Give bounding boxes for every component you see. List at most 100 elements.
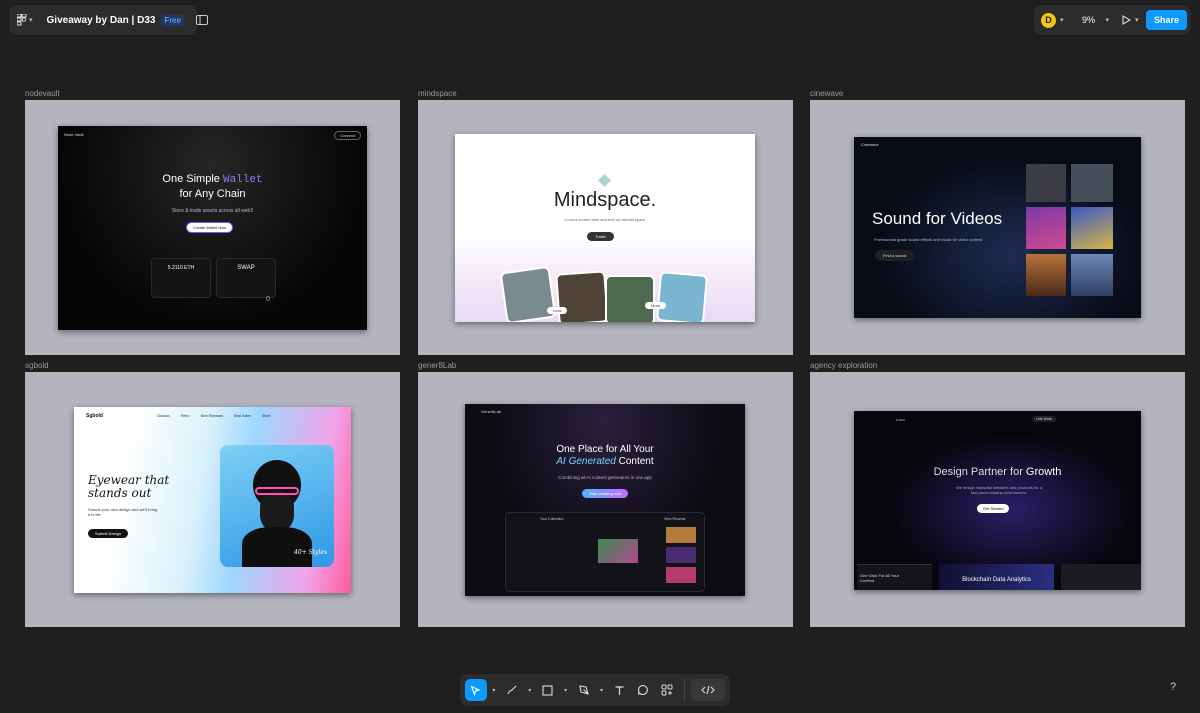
cinewave-tile [1026, 164, 1066, 202]
mindspace-card [655, 271, 709, 322]
gener8lab-brand: Gener8Lab [481, 409, 502, 414]
sgbold-cta: Submit Design [88, 529, 129, 538]
sgbold-nav: Classics Retro New Releases Best Sales S… [157, 414, 270, 418]
rectangle-icon [542, 684, 553, 696]
present-chevron-icon[interactable]: ▾ [1135, 16, 1139, 24]
file-panel: ▾ Giveaway by Dan | D33 Free [9, 5, 208, 35]
cinewave-tile [1071, 164, 1113, 202]
cinewave-brand: Cinewave [861, 142, 879, 147]
file-title[interactable]: Giveaway by Dan | D33 [47, 15, 156, 26]
nodevault-subtitle: Store & trade assets across all web3 [171, 208, 254, 214]
avatar[interactable]: D [1041, 12, 1056, 28]
cinewave-screenshot: Cinewave Sound for Videos Professional g… [854, 137, 1141, 318]
comment-icon [638, 684, 649, 696]
frame-gener8lab[interactable]: Gener8Lab One Place for All Your AI Gene… [418, 372, 793, 627]
frame-agency-exploration[interactable]: Loco Lets Work Design Partner for Growth… [810, 372, 1185, 627]
draw-tool-button[interactable] [501, 679, 523, 701]
cinewave-tile [1026, 254, 1066, 296]
mindspace-headline: Mindspace. [553, 189, 657, 211]
figma-logo-icon [17, 14, 27, 26]
nodevault-cta: Create Wallet Now [187, 223, 233, 232]
pen-tool-button[interactable] [573, 679, 595, 701]
frame-label[interactable]: mindspace [418, 89, 457, 98]
move-tool-button[interactable] [465, 679, 487, 701]
agency-headline: Design Partner for Growth [933, 466, 1062, 478]
frame-label[interactable]: nodevault [25, 89, 60, 98]
mindspace-more-pill: More [645, 302, 667, 309]
cinewave-headline: Sound for Videos [872, 209, 1003, 228]
gener8lab-subtitle: Combining all AI content generators in o… [558, 475, 652, 480]
sidebar-toggle-button[interactable] [195, 15, 208, 25]
agency-card: One Click For All Your Content [857, 564, 932, 590]
mindspace-card [605, 275, 655, 322]
nodevault-swap-value: 0 [266, 296, 270, 303]
help-button[interactable]: ? [1170, 681, 1176, 693]
sgbold-styles-tag: 40+ Styles [294, 549, 328, 556]
gener8lab-cta: Start creating now [582, 489, 629, 498]
mindspace-subtitle: Control screen time and free up mental s… [564, 217, 646, 222]
cinewave-subtitle: Professional grade sound effects and mus… [874, 237, 984, 242]
chevron-down-icon[interactable]: ▾ [489, 687, 499, 694]
frame-cinewave[interactable]: Cinewave Sound for Videos Professional g… [810, 100, 1185, 355]
brush-icon [507, 685, 517, 695]
frame-label[interactable]: gener8Lab [418, 361, 456, 370]
zoom-chevron-icon[interactable]: ▾ [1106, 16, 1110, 24]
collab-panel: D ▾ 9% ▾ ▾ Share [1034, 5, 1191, 35]
nodevault-connect-button: Connect [334, 131, 361, 140]
chevron-down-icon[interactable]: ▾ [525, 687, 535, 694]
plan-badge: Free [161, 14, 184, 26]
frame-nodevault[interactable]: Node Vault Connect One Simple Wallet for… [25, 100, 400, 355]
mindspace-screenshot: Mindspace. Control screen time and free … [455, 134, 755, 322]
agency-nav-cta: Lets Work [1032, 416, 1056, 422]
nodevault-brand: Node Vault [64, 132, 84, 137]
mindspace-card [555, 270, 609, 322]
pen-icon [578, 685, 589, 695]
nodevault-headline: One Simple Wallet for Any Chain [162, 173, 263, 200]
chevron-down-icon[interactable]: ▾ [561, 687, 571, 694]
chevron-down-icon[interactable]: ▾ [596, 687, 606, 694]
agency-cta: Get Started [977, 504, 1010, 513]
agency-screenshot: Loco Lets Work Design Partner for Growth… [854, 411, 1141, 590]
components-icon [661, 684, 673, 696]
comment-tool-button[interactable] [632, 679, 654, 701]
play-icon [1122, 15, 1132, 25]
mindspace-trailer-button: Trailer [587, 232, 615, 241]
mindspace-less-pill: Less [547, 307, 568, 314]
nodevault-card-eth: 5.2110 ETH [151, 258, 211, 298]
sgbold-nav-item: Retro [181, 414, 190, 418]
sgbold-nav-item: Store [261, 414, 271, 418]
chevron-down-icon: ▾ [29, 17, 33, 24]
sgbold-headline: Eyewear that stands out [88, 473, 170, 500]
sgbold-subtitle: Submit your own design and we'll bring i… [88, 507, 158, 517]
frame-label[interactable]: sgbold [25, 361, 49, 370]
frame-tool-button[interactable] [537, 679, 559, 701]
frame-label[interactable]: agency exploration [810, 361, 877, 370]
cinewave-cta: Find a sound [875, 250, 915, 261]
frame-label[interactable]: cinewave [810, 89, 843, 98]
code-icon [701, 685, 715, 695]
present-button[interactable] [1121, 15, 1132, 25]
gener8lab-screenshot: Gener8Lab One Place for All Your AI Gene… [465, 404, 745, 596]
sgbold-nav-item: Best Sales [234, 414, 251, 418]
nodevault-screenshot: Node Vault Connect One Simple Wallet for… [58, 126, 367, 330]
share-button[interactable]: Share [1145, 10, 1187, 30]
main-menu-button[interactable]: ▾ [17, 14, 33, 26]
agency-card: Blockchain Data Analytics [939, 564, 1054, 590]
chevron-down-icon[interactable]: ▾ [1060, 16, 1064, 24]
agency-brand: Loco [896, 417, 905, 422]
frame-sgbold[interactable]: Sgbold Classics Retro New Releases Best … [25, 372, 400, 627]
dev-mode-button[interactable] [691, 679, 725, 701]
frame-mindspace[interactable]: Mindspace. Control screen time and free … [418, 100, 793, 355]
sidebar-toggle-icon [195, 15, 208, 25]
agency-subtitle: We design impactful websites and product… [956, 485, 1042, 495]
toolbar-divider [684, 679, 686, 701]
gener8lab-headline: One Place for All Your AI Generated Cont… [556, 444, 654, 467]
text-tool-button[interactable] [608, 679, 630, 701]
cursor-icon [470, 684, 482, 696]
sgbold-nav-item: Classics [157, 414, 171, 418]
sgbold-screenshot: Sgbold Classics Retro New Releases Best … [74, 407, 351, 593]
zoom-level[interactable]: 9% [1076, 15, 1102, 25]
text-icon [615, 685, 624, 695]
agency-card [1061, 564, 1141, 590]
components-tool-button[interactable] [656, 679, 678, 701]
